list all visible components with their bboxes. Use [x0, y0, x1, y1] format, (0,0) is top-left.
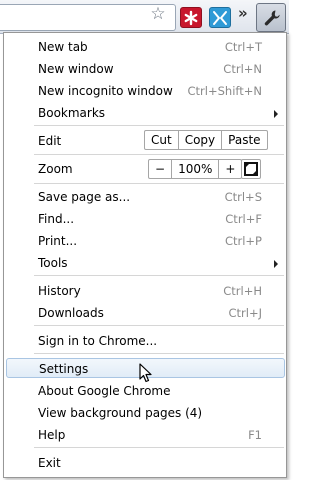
- menu-separator: [34, 353, 284, 354]
- menu-item-label: Find...: [38, 212, 75, 226]
- menu-item-label: New window: [38, 62, 114, 76]
- menu-item-bookmarks[interactable]: Bookmarks: [4, 103, 286, 123]
- menu-item-tools[interactable]: Tools: [4, 253, 286, 273]
- menu-item-label: Edit: [38, 134, 62, 148]
- menu-item-shortcut: F1: [248, 428, 262, 442]
- extensions-overflow-chevron-icon[interactable]: »: [238, 4, 248, 22]
- menu-item-shortcut: Ctrl+S: [224, 190, 262, 204]
- lastpass-extension-icon[interactable]: [180, 7, 202, 28]
- menu-item-shortcut: Ctrl+T: [224, 40, 262, 54]
- browser-toolbar: ☆ »: [0, 0, 289, 34]
- menu-item-label: Exit: [38, 456, 61, 470]
- menu-item-label: Downloads: [38, 306, 104, 320]
- menu-item-shortcut: Ctrl+F: [225, 212, 262, 226]
- chrome-main-menu: New tab Ctrl+T New window Ctrl+N New inc…: [3, 32, 287, 478]
- menu-item-help[interactable]: Help F1: [4, 425, 286, 445]
- menu-item-label: Zoom: [38, 162, 73, 176]
- menu-item-new-window[interactable]: New window Ctrl+N: [4, 59, 286, 79]
- zoom-button-group: − 100% +: [148, 159, 243, 179]
- wrench-icon: [264, 10, 280, 26]
- menu-item-label: Save page as...: [38, 190, 131, 204]
- fullscreen-button[interactable]: [241, 159, 261, 179]
- menu-item-label: Tools: [38, 256, 68, 270]
- bookmark-star-icon[interactable]: ☆: [148, 5, 168, 23]
- submenu-arrow-icon: [274, 260, 278, 268]
- menu-item-print[interactable]: Print... Ctrl+P: [4, 231, 286, 251]
- fullscreen-icon: [244, 162, 258, 176]
- menu-item-label: View background pages (4): [38, 406, 203, 420]
- zoom-in-button[interactable]: +: [218, 160, 241, 178]
- menu-item-view-background-pages[interactable]: View background pages (4): [4, 403, 286, 423]
- menu-separator: [34, 447, 284, 448]
- menu-separator: [34, 275, 284, 276]
- menu-item-label: Sign in to Chrome...: [38, 334, 158, 348]
- menu-item-save-page[interactable]: Save page as... Ctrl+S: [4, 187, 286, 207]
- menu-item-label: Help: [38, 428, 66, 442]
- menu-separator: [34, 183, 284, 184]
- menu-item-shortcut: Ctrl+P: [224, 234, 262, 248]
- menu-item-label: About Google Chrome: [38, 384, 171, 398]
- menu-item-label: Print...: [38, 234, 78, 248]
- chrome-menu-button[interactable]: [256, 3, 286, 32]
- paste-button[interactable]: Paste: [221, 131, 266, 149]
- menu-item-exit[interactable]: Exit: [4, 453, 286, 473]
- blue-extension-icon[interactable]: [209, 7, 231, 28]
- menu-item-history[interactable]: History Ctrl+H: [4, 281, 286, 301]
- menu-item-new-incognito-window[interactable]: New incognito window Ctrl+Shift+N: [4, 81, 286, 101]
- menu-item-sign-in[interactable]: Sign in to Chrome...: [4, 331, 286, 351]
- menu-item-label: History: [38, 284, 81, 298]
- menu-item-label: New incognito window: [38, 84, 173, 98]
- menu-separator: [34, 325, 284, 326]
- menu-item-shortcut: Ctrl+H: [223, 284, 262, 298]
- menu-item-shortcut: Ctrl+J: [228, 306, 263, 320]
- cut-button[interactable]: Cut: [145, 131, 178, 149]
- menu-item-label: Settings: [39, 362, 89, 376]
- zoom-out-button[interactable]: −: [149, 160, 171, 178]
- menu-item-find[interactable]: Find... Ctrl+F: [4, 209, 286, 229]
- submenu-arrow-icon: [274, 110, 278, 118]
- menu-item-shortcut: Ctrl+N: [223, 62, 262, 76]
- menu-item-about-chrome[interactable]: About Google Chrome: [4, 381, 286, 401]
- mouse-cursor-icon: [139, 363, 152, 383]
- menu-item-new-tab[interactable]: New tab Ctrl+T: [4, 37, 286, 57]
- menu-item-label: New tab: [38, 40, 88, 54]
- menu-item-downloads[interactable]: Downloads Ctrl+J: [4, 303, 286, 323]
- zoom-level-value: 100%: [171, 160, 218, 178]
- menu-separator: [34, 154, 284, 155]
- copy-button[interactable]: Copy: [177, 131, 221, 149]
- edit-button-group: Cut Copy Paste: [144, 130, 268, 150]
- menu-item-label: Bookmarks: [38, 106, 106, 120]
- menu-separator: [34, 125, 284, 126]
- menu-item-shortcut: Ctrl+Shift+N: [187, 84, 262, 98]
